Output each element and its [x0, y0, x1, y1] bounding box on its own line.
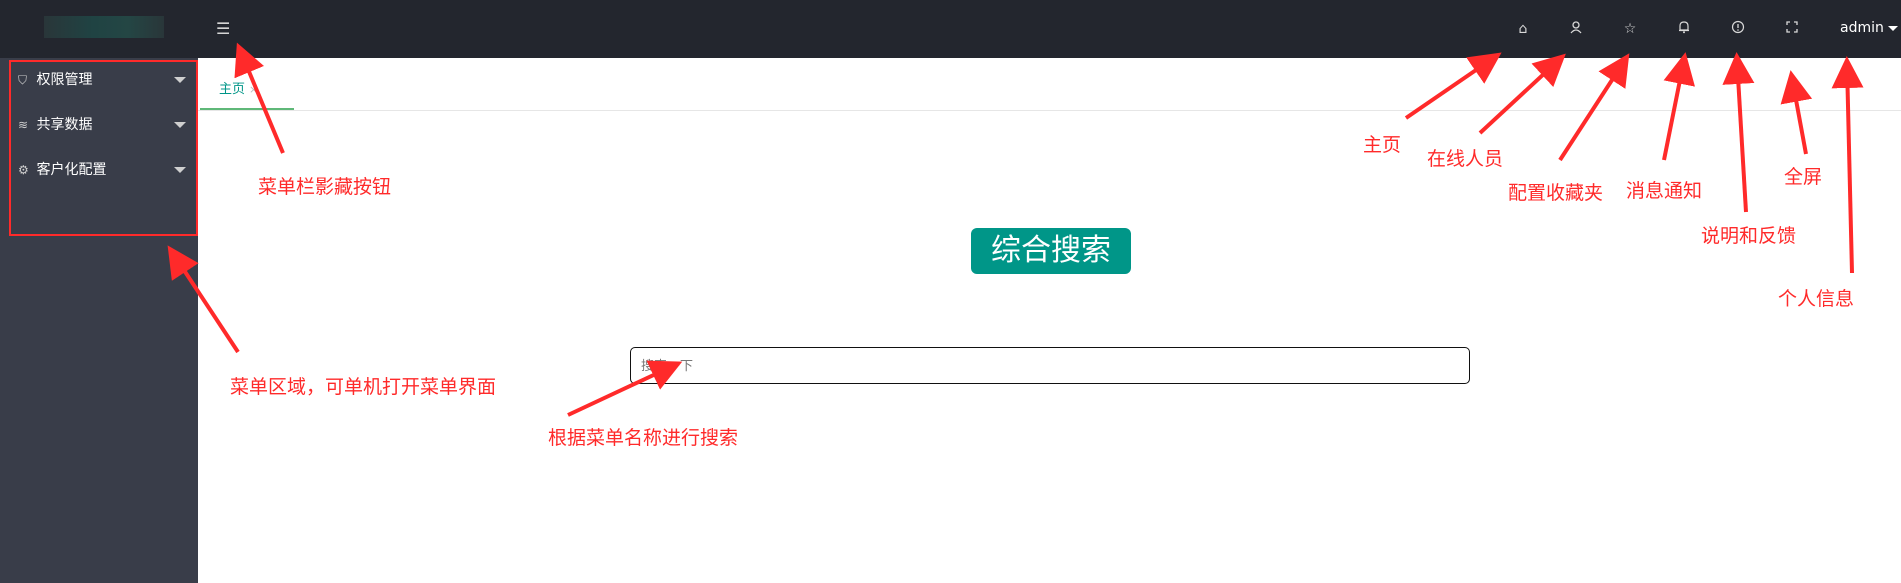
logo	[44, 16, 164, 38]
sidebar-item-label: 权限管理	[36, 72, 93, 88]
annotation-about-feedback: 说明和反馈	[1701, 225, 1797, 247]
menu-toggle-icon[interactable]: ☰	[216, 20, 234, 38]
annotation-menu-toggle: 菜单栏影藏按钮	[258, 176, 392, 198]
close-icon[interactable]: ×	[249, 83, 258, 96]
chevron-down-icon	[1887, 25, 1898, 31]
user-menu[interactable]: admin	[1840, 20, 1898, 36]
info-icon[interactable]	[1729, 20, 1747, 38]
search-input[interactable]	[630, 347, 1470, 384]
star-icon[interactable]: ☆	[1621, 20, 1639, 38]
tab-home[interactable]: 主页 ×	[219, 78, 258, 97]
annotation-search: 根据菜单名称进行搜索	[548, 427, 739, 449]
annotation-home: 主页	[1363, 134, 1402, 156]
annotation-online-users: 在线人员	[1427, 148, 1504, 170]
chevron-down-icon	[174, 167, 186, 173]
sidebar-item-permissions[interactable]: ⛉ 权限管理	[18, 67, 196, 93]
tab-label: 主页	[219, 82, 246, 97]
annotation-profile: 个人信息	[1778, 288, 1855, 310]
bell-icon[interactable]	[1675, 20, 1693, 38]
home-icon[interactable]: ⌂	[1514, 20, 1532, 38]
tab-bar: 主页 ×	[198, 58, 1901, 111]
chevron-down-icon	[174, 77, 186, 83]
page-title: 综合搜索	[971, 228, 1131, 274]
sidebar-item-shared-data[interactable]: ≋ 共享数据	[18, 112, 196, 138]
annotation-fullscreen: 全屏	[1784, 166, 1823, 188]
annotation-menu-area: 菜单区域，可单机打开菜单界面	[230, 376, 497, 398]
layers-icon: ≋	[18, 118, 29, 132]
gear-icon: ⚙	[18, 163, 29, 177]
annotation-notifications: 消息通知	[1626, 180, 1703, 202]
sidebar-item-label: 客户化配置	[36, 162, 107, 178]
admin-label: admin	[1840, 20, 1884, 36]
shield-check-icon: ⛉	[18, 73, 28, 87]
top-header: ☰ ⌂ ☆ admin	[0, 0, 1901, 58]
fullscreen-icon[interactable]	[1783, 20, 1801, 38]
chevron-down-icon	[174, 122, 186, 128]
sidebar-item-label: 共享数据	[36, 117, 93, 133]
active-tab-indicator	[200, 108, 294, 110]
sidebar-item-customization[interactable]: ⚙ 客户化配置	[18, 157, 196, 183]
user-icon[interactable]	[1567, 20, 1585, 38]
annotation-config-favorites: 配置收藏夹	[1508, 182, 1604, 204]
